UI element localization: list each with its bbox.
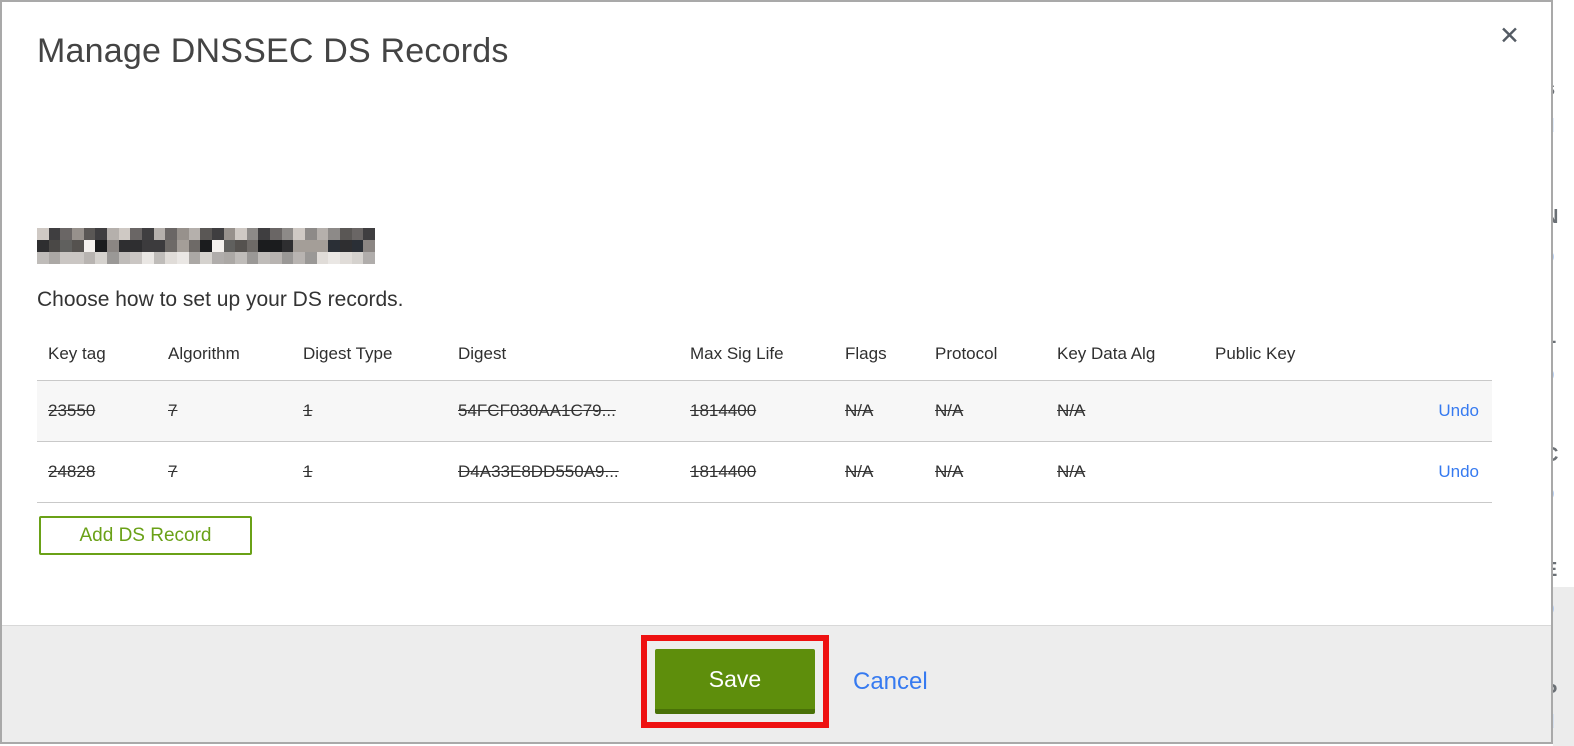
cell-max-sig-life: 1814400 [690,400,757,420]
cell-algorithm: 7 [168,400,178,420]
page-edge-fragment: o [1553,483,1570,505]
page-edge-fragment: o [1553,246,1570,268]
page-edge-fragment: d [1553,712,1570,734]
cell-key-data-alg: N/A [1057,400,1086,420]
cell-public-key [1204,441,1364,502]
cell-protocol: N/A [935,400,964,420]
cell-protocol: N/A [935,461,964,481]
page-edge-fragment: s [1553,78,1570,101]
cell-public-key [1204,380,1364,441]
dialog-subtitle: Choose how to set up your DS records. [37,288,404,311]
cell-key-tag: 24828 [48,461,96,481]
annotation-highlight-rect: Save [641,635,829,728]
cell-digest-type: 1 [303,400,313,420]
cell-key-tag: 23550 [48,400,96,420]
cell-max-sig-life: 1814400 [690,461,757,481]
page-edge-fragment: o [1553,598,1570,620]
cell-algorithm: 7 [168,461,178,481]
add-ds-record-button[interactable]: Add DS Record [39,516,252,555]
page-edge-fragment: P [1553,681,1570,704]
redacted-domain-name [37,228,375,264]
manage-dnssec-dialog: Manage DNSSEC DS Records ✕ Choose how to… [0,0,1553,744]
undo-link[interactable]: Undo [1438,462,1479,481]
table-row: 23550 7 1 54FCF030AA1C79... 1814400 N/A … [37,380,1492,441]
cell-digest: D4A33E8DD550A9... [458,461,619,481]
close-icon[interactable]: ✕ [1499,24,1520,49]
column-header-digest-type: Digest Type [303,343,393,363]
table-header-row: Key tag Algorithm Digest Type Digest Max… [37,336,1492,380]
column-header-protocol: Protocol [935,343,998,363]
cancel-link[interactable]: Cancel [853,668,928,696]
column-header-public-key: Public Key [1215,343,1296,363]
column-header-actions [1364,336,1492,380]
background-page-edge: sdNoLoCoEoPd [1553,0,1574,746]
page-edge-fragment: d [1553,116,1570,138]
cell-flags: N/A [845,400,874,420]
cell-flags: N/A [845,461,874,481]
column-header-algorithm: Algorithm [168,343,240,363]
column-header-max-sig-life: Max Sig Life [690,343,784,363]
ds-records-table: Key tag Algorithm Digest Type Digest Max… [37,336,1492,503]
save-button[interactable]: Save [655,649,815,714]
undo-link[interactable]: Undo [1438,401,1479,420]
cell-key-data-alg: N/A [1057,461,1086,481]
cell-digest: 54FCF030AA1C79... [458,400,616,420]
page-edge-fragment: E [1553,559,1570,582]
table-row: 24828 7 1 D4A33E8DD550A9... 1814400 N/A … [37,441,1492,502]
column-header-key-tag: Key tag [48,343,106,363]
page-title: Manage DNSSEC DS Records [37,32,509,70]
column-header-digest: Digest [458,343,507,363]
page-edge-fragment: o [1553,364,1570,386]
page-edge-fragment: C [1553,444,1570,467]
column-header-key-data-alg: Key Data Alg [1057,343,1156,363]
cell-digest-type: 1 [303,461,313,481]
page-edge-fragment: N [1553,206,1570,229]
column-header-flags: Flags [845,343,887,363]
page-edge-fragment: L [1553,326,1570,349]
